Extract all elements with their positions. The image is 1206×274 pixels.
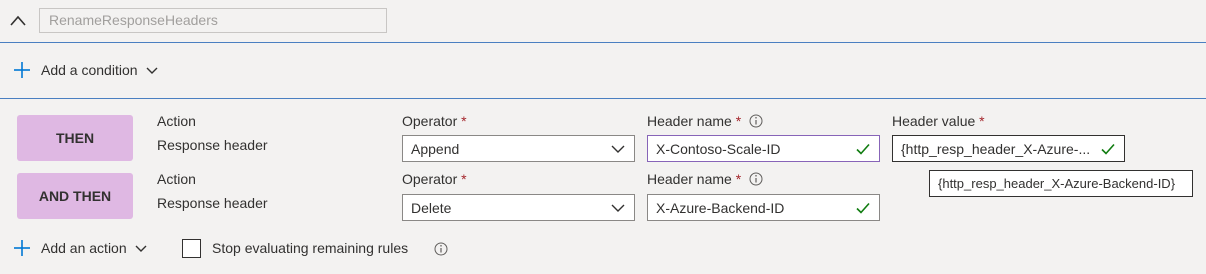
section-divider (0, 42, 1206, 43)
header-name-label: Header name * (647, 171, 763, 187)
stop-evaluating-checkbox[interactable] (182, 239, 201, 258)
chevron-down-icon (611, 204, 625, 212)
operator-selected-value: Delete (411, 199, 452, 216)
add-action-label: Add an action (41, 240, 127, 256)
chevron-down-icon (611, 145, 625, 153)
plus-icon (14, 240, 30, 256)
header-name-value: X-Contoso-Scale-ID (656, 140, 781, 157)
stop-evaluating-label[interactable]: Stop evaluating remaining rules (212, 240, 408, 256)
info-icon[interactable] (749, 172, 763, 186)
header-name-input[interactable]: X-Azure-Backend-ID (647, 194, 880, 221)
operator-selected-value: Append (411, 140, 460, 157)
action-value: Response header (157, 195, 268, 211)
action-value: Response header (157, 137, 268, 153)
header-name-label: Header name * (647, 113, 763, 129)
header-name-value: X-Azure-Backend-ID (656, 199, 785, 216)
header-value-tooltip: {http_resp_header_X-Azure-Backend-ID} (929, 170, 1193, 197)
chevron-down-icon (146, 67, 158, 74)
rule-header: RenameResponseHeaders (0, 0, 1206, 42)
plus-icon (14, 62, 30, 78)
header-name-input[interactable]: X-Contoso-Scale-ID (647, 135, 880, 162)
header-value-input[interactable]: {http_resp_header_X-Azure-... (892, 135, 1125, 162)
header-value-value: {http_resp_header_X-Azure-... (901, 140, 1091, 157)
then-badge[interactable]: THEN (17, 115, 133, 161)
action-label: Action (157, 171, 196, 187)
operator-label: Operator * (402, 171, 467, 187)
action-label: Action (157, 113, 196, 129)
info-icon[interactable] (434, 242, 448, 256)
operator-select[interactable]: Append (402, 135, 635, 162)
rule-name-input[interactable]: RenameResponseHeaders (39, 8, 387, 33)
add-action-button[interactable]: Add an action (14, 240, 148, 256)
operator-select[interactable]: Delete (402, 194, 635, 221)
info-icon[interactable] (749, 114, 763, 128)
add-condition-label: Add a condition (41, 62, 138, 78)
section-divider (0, 98, 1206, 99)
operator-label: Operator * (402, 113, 467, 129)
header-value-label: Header value * (892, 113, 985, 129)
checkmark-icon (856, 202, 870, 214)
and-then-badge[interactable]: AND THEN (17, 173, 133, 219)
add-condition-button[interactable]: Add a condition (14, 62, 159, 78)
checkmark-icon (856, 143, 870, 155)
checkmark-icon (1101, 143, 1115, 155)
chevron-down-icon (135, 245, 147, 252)
chevron-up-icon[interactable] (8, 11, 28, 31)
